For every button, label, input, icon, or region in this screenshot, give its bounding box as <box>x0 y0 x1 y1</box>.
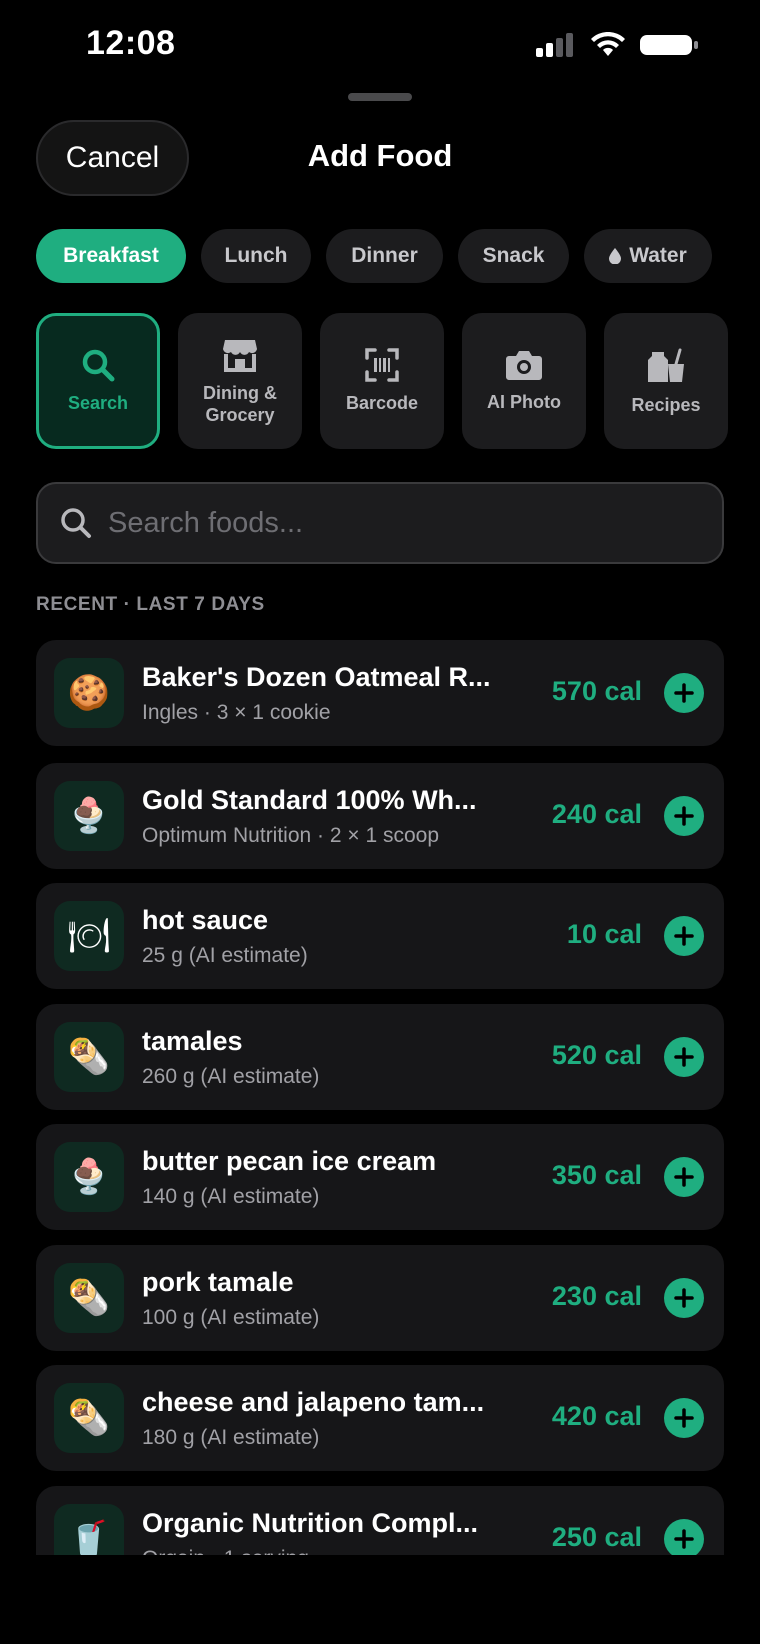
droplet-icon <box>609 248 622 264</box>
meal-tabs: Breakfast Lunch Dinner Snack Water <box>36 229 712 283</box>
battery-icon <box>640 35 698 55</box>
add-food-button[interactable] <box>664 1157 704 1197</box>
tab-snack[interactable]: Snack <box>458 229 569 283</box>
status-time: 12:08 <box>86 24 176 62</box>
food-name: hot sauce <box>142 905 269 935</box>
search-input[interactable] <box>108 506 668 540</box>
food-calories: 570 cal <box>551 676 642 706</box>
food-calories: 240 cal <box>551 799 642 829</box>
food-list-item[interactable]: 🌯 pork tamale 100 g (AI estimate) 230 ca… <box>36 1245 724 1351</box>
food-name: pork tamale <box>142 1267 294 1297</box>
sheet-grabber[interactable] <box>348 93 412 101</box>
cellular-signal-icon <box>536 33 573 57</box>
food-name: butter pecan ice cream <box>142 1146 437 1176</box>
add-food-button[interactable] <box>664 1398 704 1438</box>
mode-recipes[interactable]: Recipes <box>604 313 728 449</box>
food-detail: 260 g (AI estimate) <box>142 1065 320 1088</box>
food-detail: Ingles · 3 × 1 cookie <box>142 701 331 724</box>
mode-search[interactable]: Search <box>36 313 160 449</box>
cookie-icon: 🍪 <box>54 658 124 728</box>
mode-label: Dining & Grocery <box>203 383 277 425</box>
plate-icon: 🍽 <box>54 901 124 971</box>
storefront-icon <box>223 340 257 372</box>
mode-label: Recipes <box>631 395 701 415</box>
status-icons <box>536 32 700 58</box>
tab-label: Lunch <box>224 244 288 267</box>
food-list-item[interactable]: 🌯 tamales 260 g (AI estimate) 520 cal <box>36 1004 724 1110</box>
food-detail: 100 g (AI estimate) <box>142 1306 320 1329</box>
food-detail: 180 g (AI estimate) <box>142 1426 320 1449</box>
page-title: Add Food <box>307 138 453 173</box>
food-list-item[interactable]: 🍨 butter pecan ice cream 140 g (AI estim… <box>36 1124 724 1230</box>
add-food-button[interactable] <box>664 673 704 713</box>
mode-barcode[interactable]: Barcode <box>320 313 444 449</box>
add-food-button[interactable] <box>664 916 704 956</box>
ice-cream-icon: 🍨 <box>54 781 124 851</box>
food-name: cheese and jalapeno tam... <box>142 1387 485 1417</box>
mode-label: AI Photo <box>487 392 561 412</box>
wifi-icon <box>591 32 625 56</box>
tab-label: Snack <box>482 244 545 267</box>
barcode-icon <box>365 348 399 382</box>
food-calories: 420 cal <box>551 1401 642 1431</box>
plus-icon <box>674 1167 694 1187</box>
plus-icon <box>674 1408 694 1428</box>
plus-icon <box>674 683 694 703</box>
tab-label: Water <box>629 244 687 267</box>
food-calories: 10 cal <box>566 919 642 949</box>
recipes-icon <box>648 348 684 382</box>
mode-dining-grocery[interactable]: Dining & Grocery <box>178 313 302 449</box>
add-food-button[interactable] <box>664 1037 704 1077</box>
food-list-item[interactable]: 🥤 Organic Nutrition Compl... Orgain · 1 … <box>36 1486 724 1555</box>
food-detail: 140 g (AI estimate) <box>142 1185 320 1208</box>
food-calories: 250 cal <box>551 1522 642 1552</box>
tab-water[interactable]: Water <box>584 229 712 283</box>
section-header-recent: RECENT · LAST 7 DAYS <box>36 594 265 615</box>
food-name: Baker's Dozen Oatmeal R... <box>142 662 491 692</box>
food-name: Gold Standard 100% Wh... <box>142 785 477 815</box>
food-list-item[interactable]: 🍪 Baker's Dozen Oatmeal R... Ingles · 3 … <box>36 640 724 746</box>
food-calories: 520 cal <box>551 1040 642 1070</box>
search-icon <box>82 349 115 382</box>
recent-food-list[interactable]: 🍪 Baker's Dozen Oatmeal R... Ingles · 3 … <box>0 640 760 1555</box>
food-detail: Orgain · 1 serving <box>142 1547 502 1555</box>
search-field[interactable] <box>36 482 724 564</box>
food-list-item[interactable]: 🍨 Gold Standard 100% Wh... Optimum Nutri… <box>36 763 724 869</box>
plus-icon <box>674 1529 694 1549</box>
status-bar: 12:08 <box>0 0 760 90</box>
add-food-button[interactable] <box>664 1519 704 1555</box>
plus-icon <box>674 1288 694 1308</box>
plus-icon <box>674 926 694 946</box>
food-name: tamales <box>142 1026 243 1056</box>
drink-cup-icon: 🥤 <box>54 1504 124 1555</box>
tab-dinner[interactable]: Dinner <box>326 229 443 283</box>
tamale-icon: 🌯 <box>54 1383 124 1453</box>
search-icon <box>61 508 91 538</box>
tamale-icon: 🌯 <box>54 1263 124 1333</box>
camera-icon <box>506 351 542 380</box>
food-detail: 25 g (AI estimate) <box>142 944 308 967</box>
tab-label: Dinner <box>351 244 418 267</box>
add-food-button[interactable] <box>664 796 704 836</box>
mode-label: Barcode <box>345 393 419 413</box>
mode-ai-photo[interactable]: AI Photo <box>462 313 586 449</box>
tab-breakfast[interactable]: Breakfast <box>36 229 186 283</box>
add-food-button[interactable] <box>664 1278 704 1318</box>
input-modes: Search Dining & Grocery Barcode AI Photo <box>36 313 728 449</box>
mode-label: Search <box>67 393 129 413</box>
food-detail: Optimum Nutrition · 2 × 1 scoop <box>142 824 440 847</box>
plus-icon <box>674 1047 694 1067</box>
food-list-item[interactable]: 🍽 hot sauce 25 g (AI estimate) 10 cal <box>36 883 724 989</box>
food-calories: 230 cal <box>551 1281 642 1311</box>
food-name: Organic Nutrition Compl... <box>142 1508 478 1538</box>
food-list-item[interactable]: 🌯 cheese and jalapeno tam... 180 g (AI e… <box>36 1365 724 1471</box>
tab-label: Breakfast <box>63 244 159 267</box>
plus-icon <box>674 806 694 826</box>
tamale-icon: 🌯 <box>54 1022 124 1092</box>
ice-cream-icon: 🍨 <box>54 1142 124 1212</box>
tab-lunch[interactable]: Lunch <box>201 229 311 283</box>
food-calories: 350 cal <box>551 1160 642 1190</box>
